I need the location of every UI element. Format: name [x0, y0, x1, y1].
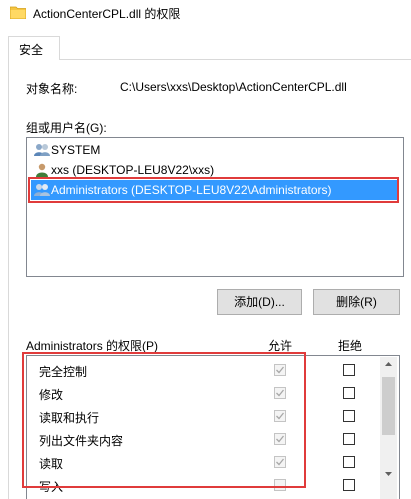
window-title: ActionCenterCPL.dll 的权限 [33, 7, 181, 21]
highlight-box [28, 177, 399, 203]
list-item-label: xxs (DESKTOP-LEU8V22\xxs) [51, 163, 215, 177]
tab-security-label: 安全 [19, 43, 44, 57]
list-item[interactable]: SYSTEM [31, 140, 399, 160]
remove-button[interactable]: 删除(R) [313, 289, 400, 315]
scroll-down-arrow-icon[interactable] [380, 467, 397, 481]
deny-checkbox[interactable] [343, 364, 355, 376]
scroll-up-arrow-icon[interactable] [380, 357, 397, 371]
highlight-box [22, 352, 306, 488]
group-users-icon [34, 143, 50, 157]
group-user-list[interactable]: SYSTEM xxs (DESKTOP-LEU8V22\xxs) Adminis… [26, 137, 404, 277]
deny-checkbox[interactable] [343, 456, 355, 468]
scroll-thumb[interactable] [382, 377, 395, 435]
folder-icon [9, 5, 27, 20]
object-name-label: 对象名称: [26, 82, 78, 96]
user-icon [34, 163, 50, 177]
object-name-value: C:\Users\xxs\Desktop\ActionCenterCPL.dll [120, 80, 347, 94]
deny-checkbox[interactable] [343, 410, 355, 422]
title-bar: ActionCenterCPL.dll 的权限 [0, 0, 411, 28]
list-item-label: SYSTEM [51, 143, 101, 157]
permissions-scrollbar[interactable] [380, 357, 397, 499]
deny-checkbox[interactable] [343, 479, 355, 491]
group-users-label: 组或用户名(G): [26, 121, 107, 135]
tab-security[interactable]: 安全 [8, 36, 60, 60]
deny-checkbox[interactable] [343, 433, 355, 445]
add-button[interactable]: 添加(D)... [217, 289, 302, 315]
deny-checkbox[interactable] [343, 387, 355, 399]
deny-column-header: 拒绝 [338, 339, 363, 353]
